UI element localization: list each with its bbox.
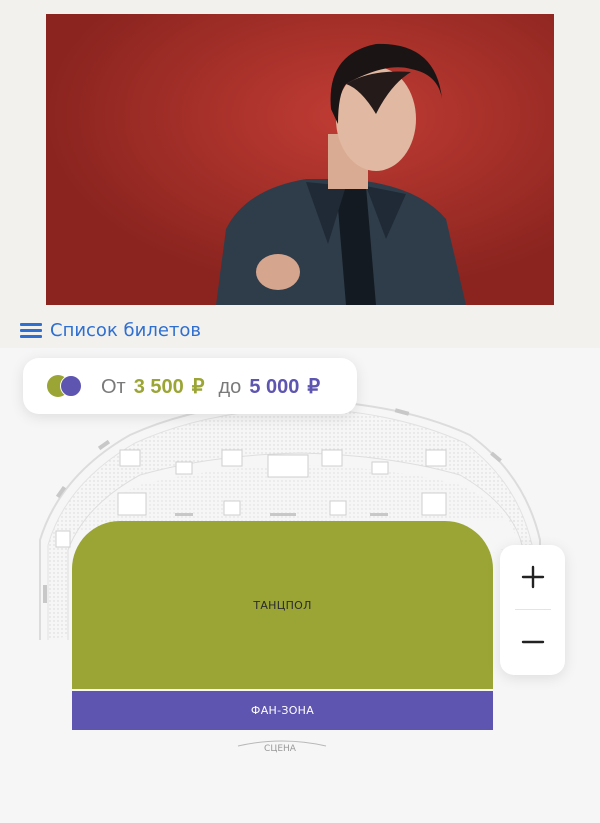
artist-illustration: [46, 14, 554, 305]
ticket-list-label: Список билетов: [50, 319, 202, 341]
zone-fan-zone-label: ФАН-ЗОНА: [250, 704, 315, 717]
price-to-value: 5 000: [249, 375, 300, 398]
price-legend-icon: [47, 373, 87, 399]
artist-photo: [46, 14, 554, 305]
price-high-dot: [60, 375, 82, 397]
zone-dance-floor[interactable]: ТАНЦПОЛ: [72, 521, 493, 689]
price-from-label: От: [101, 375, 126, 398]
hamburger-icon: [20, 322, 42, 338]
ticket-list-link[interactable]: Список билетов: [20, 318, 201, 342]
zoom-controls: [500, 545, 565, 675]
price-from-currency: ₽: [191, 375, 205, 398]
price-to-label: до: [218, 375, 242, 398]
zoom-in-button[interactable]: [500, 545, 565, 609]
zoom-out-button[interactable]: [500, 610, 565, 674]
zone-fan-zone[interactable]: ФАН-ЗОНА: [72, 691, 493, 730]
minus-icon: [521, 640, 544, 644]
price-range-filter[interactable]: От 3 500 ₽ до 5 000 ₽: [23, 358, 357, 414]
price-to-currency: ₽: [307, 375, 321, 398]
zone-dance-floor-label: ТАНЦПОЛ: [253, 598, 312, 612]
price-from-value: 3 500: [133, 375, 184, 398]
plus-icon: [521, 565, 544, 589]
stage-label: СЦЕНА: [264, 744, 296, 754]
